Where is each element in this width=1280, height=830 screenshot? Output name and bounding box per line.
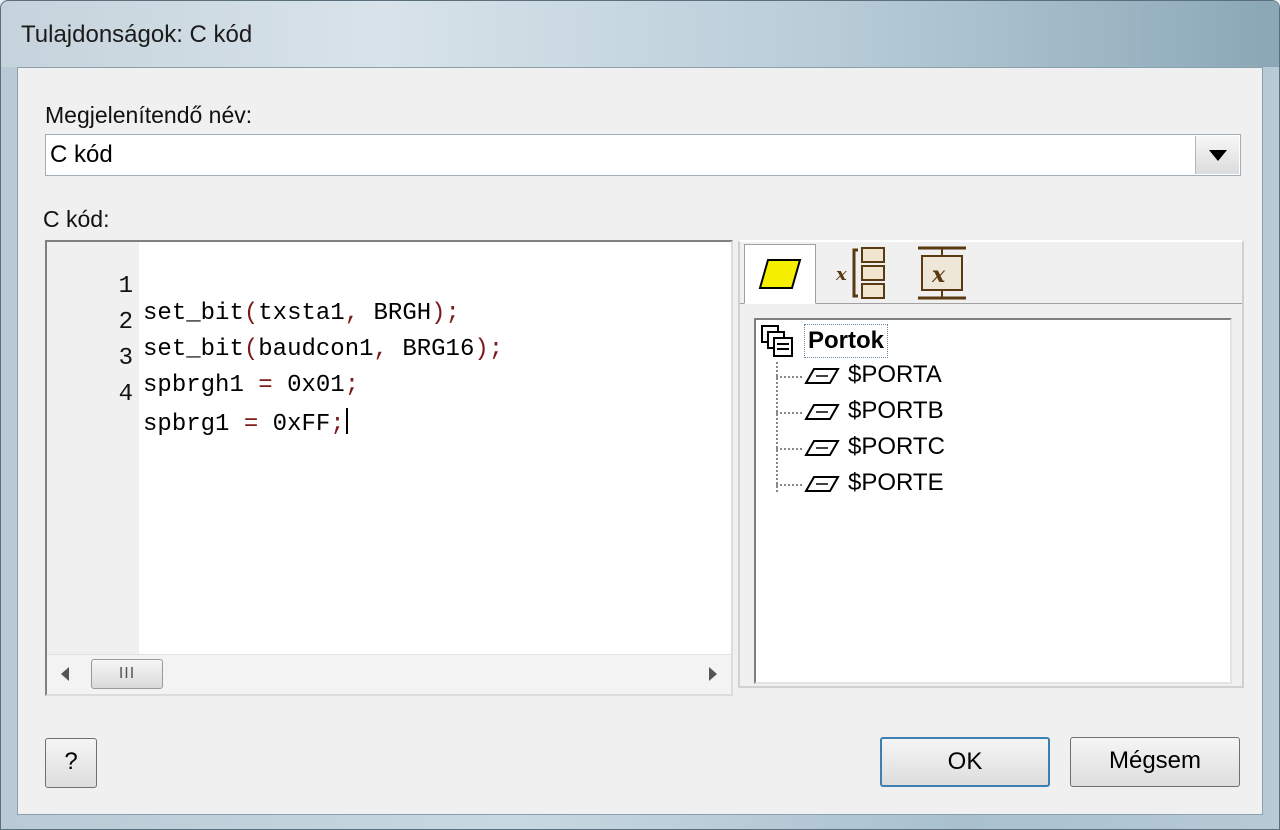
line-number: 4 (118, 381, 133, 408)
tree-item-porta[interactable]: $PORTA (776, 359, 1076, 393)
port-variable-icon (804, 404, 840, 420)
scroll-left-arrow-icon[interactable] (61, 667, 69, 681)
cancel-button[interactable]: Mégsem (1070, 737, 1240, 787)
port-variable-icon (804, 368, 840, 384)
code-editor[interactable]: 1 set_bit(txsta1, BRGH); 2 set_bit(baudc… (45, 240, 733, 696)
help-button[interactable]: ? (45, 738, 97, 788)
code-text[interactable]: spbrg1 = 0xFF; (143, 408, 348, 438)
code-line[interactable]: 2 set_bit(baudcon1, BRG16); (47, 282, 727, 363)
tab-variables[interactable]: x (828, 244, 900, 302)
window-title: Tulajdonságok: C kód (21, 21, 253, 48)
combobox-dropdown-button[interactable] (1195, 136, 1239, 174)
tree-item-label[interactable]: $PORTE (848, 469, 944, 497)
symbol-panel: x x Portok $PORTA $PORTB $PORTC $PORTE (738, 240, 1244, 688)
display-name-combobox[interactable]: C kód (45, 134, 1241, 176)
svg-text:x: x (835, 264, 847, 285)
tree-connector (776, 484, 802, 486)
tree-item-porte[interactable]: $PORTE (776, 467, 1076, 501)
code-line[interactable]: 4 spbrg1 = 0xFF; (47, 354, 727, 438)
chevron-down-icon (1208, 149, 1227, 161)
tree-connector (776, 412, 802, 414)
display-name-label: Megjelenítendő név: (45, 102, 253, 128)
title-bar[interactable]: Tulajdonságok: C kód (1, 1, 1279, 67)
text-caret (345, 408, 348, 434)
dialog-window: Tulajdonságok: C kód Megjelenítendő név:… (0, 0, 1280, 830)
scroll-right-arrow-icon[interactable] (709, 667, 717, 681)
dialog-client-area: Megjelenítendő név: C kód C kód: 1 set_b… (17, 67, 1263, 815)
tree-connector (776, 376, 802, 378)
tree-connector (776, 448, 802, 450)
tree-item-label[interactable]: $PORTB (848, 397, 944, 425)
port-group-icon (761, 325, 793, 357)
horizontal-scrollbar[interactable]: III (47, 654, 731, 694)
ports-tree[interactable]: Portok $PORTA $PORTB $PORTC $PORTE (754, 318, 1232, 684)
code-line[interactable]: 3 spbrgh1 = 0x01; (47, 318, 727, 399)
scrollbar-thumb[interactable]: III (91, 659, 163, 689)
svg-text:x: x (931, 262, 946, 288)
port-variable-icon (804, 476, 840, 492)
code-label: C kód: (43, 206, 110, 232)
tree-item-label[interactable]: $PORTA (848, 361, 942, 389)
panel-tab-strip: x x (740, 242, 1242, 304)
tree-item-portc[interactable]: $PORTC (776, 431, 1076, 465)
code-line[interactable]: 1 set_bit(txsta1, BRGH); (47, 246, 727, 327)
ok-button[interactable]: OK (880, 737, 1050, 787)
component-x-icon: x (918, 246, 966, 300)
tab-components[interactable]: x (906, 244, 978, 302)
flowchart-io-icon (758, 259, 802, 289)
tree-root-label[interactable]: Portok (804, 324, 889, 358)
variable-tree-icon: x (835, 247, 885, 299)
display-name-value[interactable]: C kód (50, 141, 113, 169)
port-variable-icon (804, 440, 840, 456)
tab-ports[interactable] (744, 244, 816, 304)
tree-item-label[interactable]: $PORTC (848, 433, 945, 461)
tree-item-portb[interactable]: $PORTB (776, 395, 1076, 429)
